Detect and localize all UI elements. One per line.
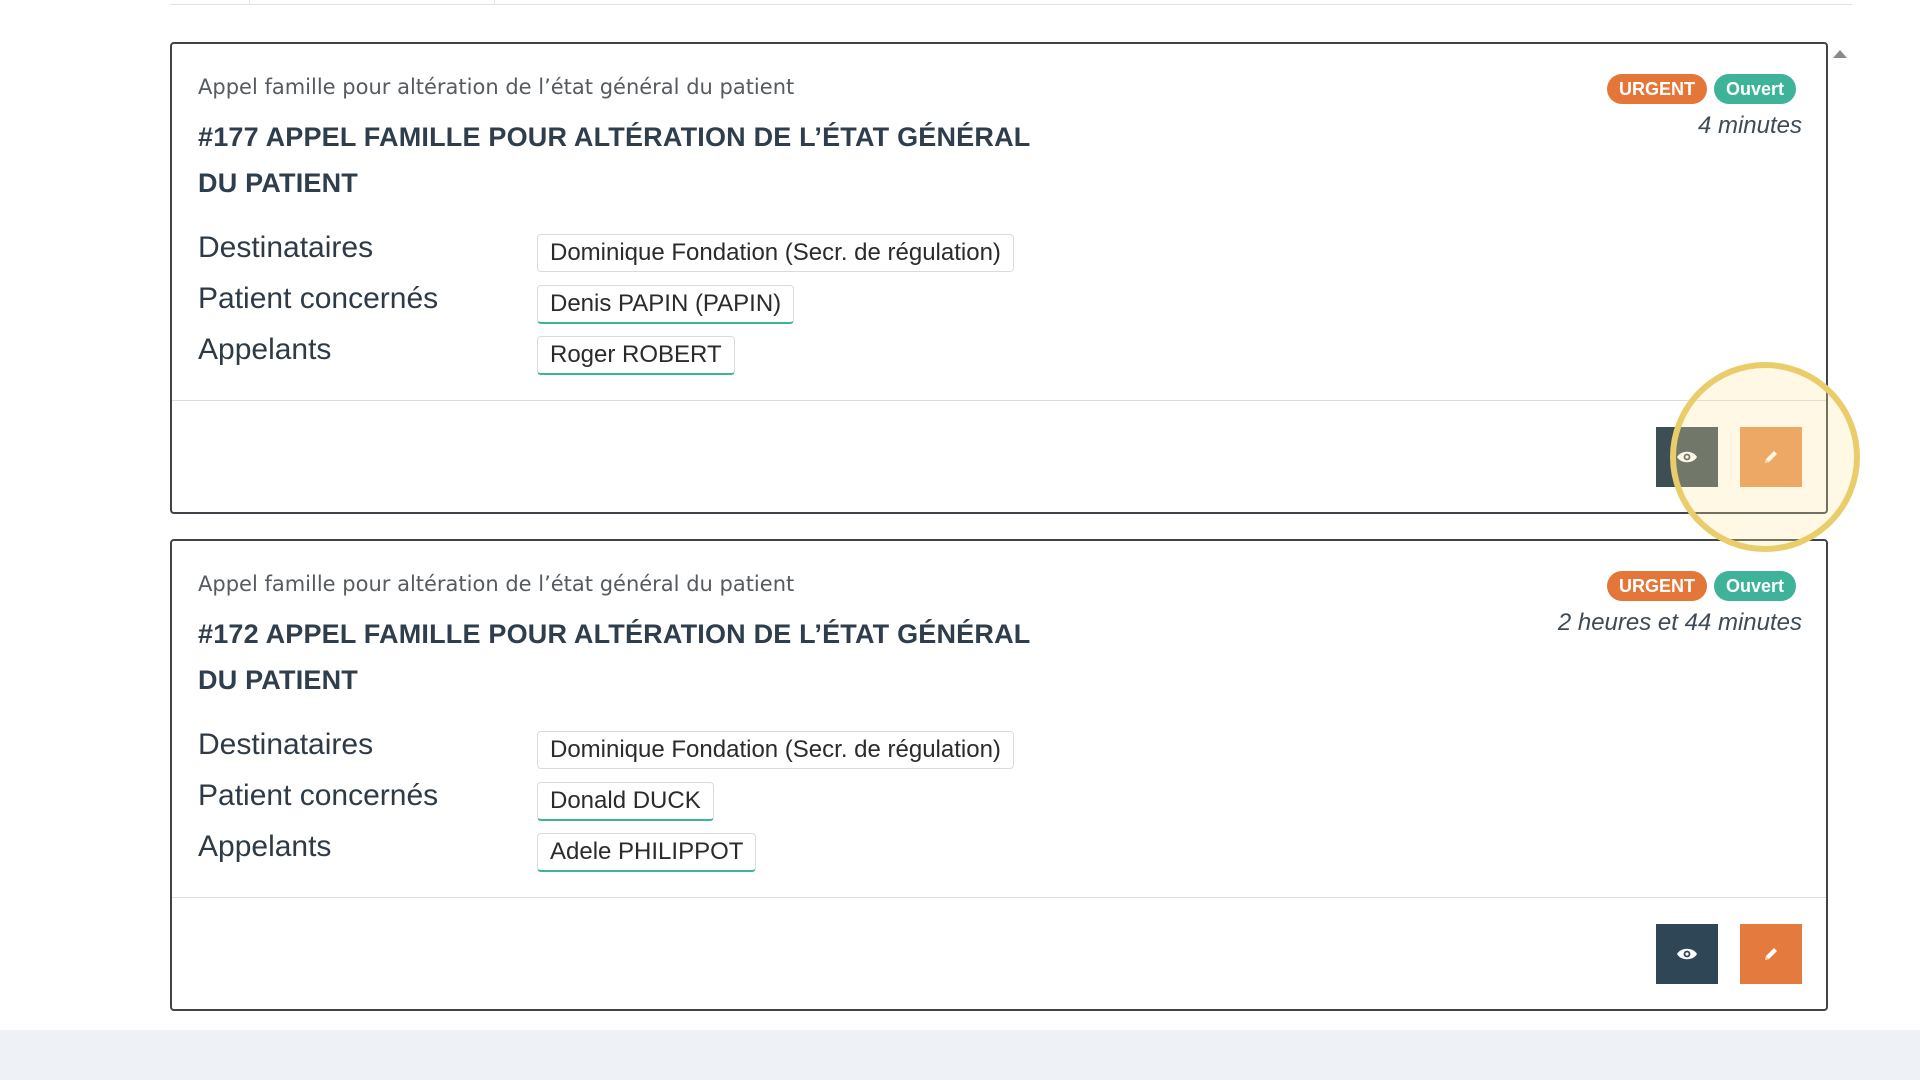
patients-row: Patient concernés Denis PAPIN (PAPIN) [198,279,1800,330]
card-body: Appel famille pour altération de l’état … [172,541,1826,899]
edit-button[interactable] [1740,924,1802,984]
tab-baseline [170,4,1852,5]
card-subtitle: Appel famille pour altération de l’état … [198,75,795,99]
caller-chip[interactable]: Adele PHILIPPOT [537,833,757,872]
eye-icon [1677,451,1697,463]
recipient-chip[interactable]: Dominique Fondation (Secr. de régulation… [537,731,1014,769]
callers-row: Appelants Roger ROBERT [198,330,1800,381]
callers-label: Appelants [198,830,332,863]
recipient-chip[interactable]: Dominique Fondation (Secr. de régulation… [537,234,1014,272]
recipients-label: Destinataires [198,728,374,761]
recipients-label: Destinataires [198,231,374,264]
card-footer [172,897,1826,1009]
recipients-row: Destinataires Dominique Fondation (Secr.… [198,228,1800,279]
recipients-row: Destinataires Dominique Fondation (Secr.… [198,725,1800,776]
card-footer [172,400,1826,512]
patients-row: Patient concernés Donald DUCK [198,776,1800,827]
callers-label: Appelants [198,333,332,366]
badge-group: URGENT Ouvert [1606,571,1796,601]
pencil-icon [1765,451,1777,463]
badge-group: URGENT Ouvert [1606,74,1796,104]
top-tab-bar [170,0,1852,5]
message-card: Appel famille pour altération de l’état … [170,539,1828,1011]
status-badge: Ouvert [1713,74,1796,104]
patient-chip[interactable]: Denis PAPIN (PAPIN) [537,285,795,324]
card-title: #172 APPEL FAMILLE POUR ALTÉRATION DE L’… [198,619,1030,695]
edit-button[interactable] [1740,427,1802,487]
page-footer-band [0,1030,1920,1080]
eye-icon [1677,948,1697,960]
view-button[interactable] [1656,427,1718,487]
patient-chip[interactable]: Donald DUCK [537,782,714,821]
priority-badge: URGENT [1606,74,1707,104]
elapsed-time: 4 minutes [1697,112,1802,139]
card-fields: Destinataires Dominique Fondation (Secr.… [198,725,1800,878]
status-badge: Ouvert [1713,571,1796,601]
callers-row: Appelants Adele PHILIPPOT [198,827,1800,878]
view-button[interactable] [1656,924,1718,984]
pencil-icon [1765,948,1777,960]
card-body: Appel famille pour altération de l’état … [172,44,1826,402]
card-subtitle: Appel famille pour altération de l’état … [198,572,795,596]
priority-badge: URGENT [1606,571,1707,601]
patients-label: Patient concernés [198,282,439,315]
elapsed-time: 2 heures et 44 minutes [1557,609,1802,636]
card-fields: Destinataires Dominique Fondation (Secr.… [198,228,1800,381]
caller-chip[interactable]: Roger ROBERT [537,336,735,375]
patients-label: Patient concernés [198,779,439,812]
caret-up-icon[interactable] [1833,50,1847,58]
message-card: Appel famille pour altération de l’état … [170,42,1828,514]
card-title: #177 APPEL FAMILLE POUR ALTÉRATION DE L’… [198,122,1030,198]
